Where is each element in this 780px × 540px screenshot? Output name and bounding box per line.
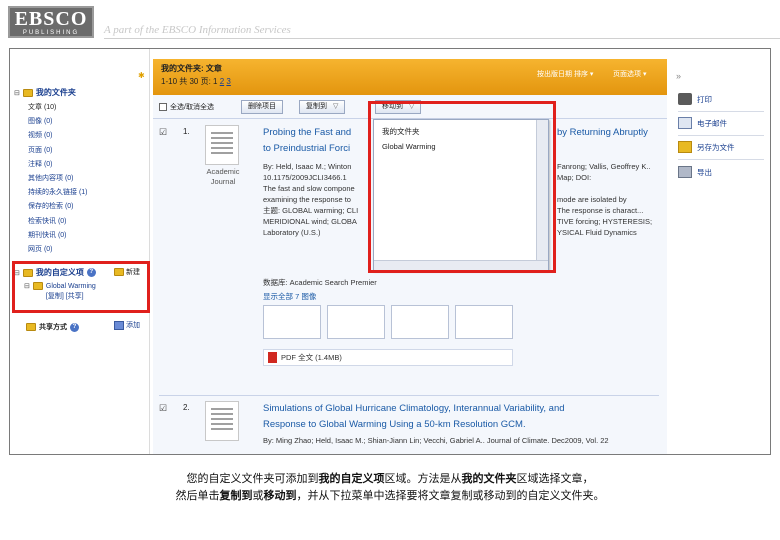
folder-icon: [26, 323, 36, 331]
folder-item-journal-alerts[interactable]: 期刊快讯 (0): [28, 229, 88, 243]
folder-item-webpages[interactable]: 网页 (0): [28, 243, 88, 257]
page-link-3[interactable]: 3: [226, 77, 230, 86]
help-icon[interactable]: ?: [70, 322, 79, 332]
folder-item-videos[interactable]: 视频 (0): [28, 129, 88, 143]
result-count: 1-10 共 30 页: 1 2 3: [161, 77, 231, 86]
tools-pane: » 打印 电子邮件 另存为文件 导出: [670, 59, 770, 454]
select-all-toggle[interactable]: 全选/取消全选: [159, 102, 214, 112]
caption-line-1: 您的自定义文件夹可添加到我的自定义项区域。方法是从我的文件夹区域选择文章，: [186, 472, 594, 485]
header-divider: [104, 38, 780, 39]
delete-items-button[interactable]: 删除项目: [241, 100, 283, 114]
figure-thumbnail[interactable]: [455, 305, 513, 339]
export-tool[interactable]: 导出: [678, 166, 712, 178]
document-icon[interactable]: [205, 401, 239, 441]
figure-thumbnail[interactable]: [327, 305, 385, 339]
my-folder-header[interactable]: ⊟ 我的文件夹: [14, 87, 76, 98]
figure-thumbnail[interactable]: [263, 305, 321, 339]
sort-dropdown[interactable]: 按出版日期 排序 ▾: [537, 69, 593, 79]
results-title-bar: 我的文件夹: 文章 1-10 共 30 页: 1 2 3 按出版日期 排序 ▾ …: [153, 59, 667, 95]
folder-item-search-alerts[interactable]: 检索快讯 (0): [28, 215, 88, 229]
collapse-icon[interactable]: ⊟: [14, 89, 20, 97]
result-checkbox[interactable]: ☑: [159, 403, 167, 414]
print-tool[interactable]: 打印: [678, 93, 712, 105]
folder-icon: [22, 88, 33, 97]
tool-divider: [678, 111, 764, 112]
pdf-icon: [268, 352, 277, 363]
page-link-2[interactable]: 2: [220, 77, 224, 86]
result-meta: By: Ming Zhao; Held, Isaac M.; Shian-Jia…: [263, 436, 609, 445]
ebsco-logo: EBSCO PUBLISHING: [8, 6, 94, 38]
share-header: 共享方式 ?: [26, 322, 79, 332]
add-icon: [114, 320, 124, 330]
email-icon: [678, 117, 692, 129]
printer-icon: [678, 93, 692, 105]
add-share-button[interactable]: 添加: [114, 320, 140, 330]
pdf-full-text-link[interactable]: PDF 全文 (1.4MB): [263, 349, 513, 366]
folder-item-saved-searches[interactable]: 保存的检索 (0): [28, 200, 88, 214]
collapse-arrow-icon[interactable]: »: [676, 71, 681, 81]
folder-item-permalinks[interactable]: 持续的永久链接 (1): [28, 186, 88, 200]
result-meta-right: Fanrong; Vallis, Geoffrey K.. Map; DOI: …: [557, 162, 653, 237]
export-icon: [678, 166, 692, 178]
my-folder-list: 文章 (10) 图像 (0) 视频 (0) 页面 (0) 注释 (0) 其他内容…: [28, 101, 88, 257]
publication-type: Academic Journal: [206, 167, 240, 186]
folder-item-pages[interactable]: 页面 (0): [28, 144, 88, 158]
result-title[interactable]: Simulations of Global Hurricane Climatol…: [263, 401, 663, 433]
highlight-box-move: [368, 101, 556, 273]
save-icon: [678, 141, 692, 153]
document-icon[interactable]: [205, 125, 239, 165]
header-tagline: A part of the EBSCO Information Services: [104, 24, 291, 36]
result-item: ☑ 2. Simulations of Global Hurricane Cli…: [153, 399, 667, 454]
page-options-dropdown[interactable]: 页面选项 ▾: [613, 69, 646, 79]
instruction-caption: 您的自定义文件夹可添加到我的自定义项区域。方法是从我的文件夹区域选择文章， 然后…: [0, 470, 780, 504]
result-database: 数据库: Academic Search Premier: [263, 278, 377, 287]
highlight-box-custom: [12, 261, 150, 313]
folder-item-notes[interactable]: 注释 (0): [28, 158, 88, 172]
screenshot-frame: ✱ ⊟ 我的文件夹 文章 (10) 图像 (0) 视频 (0) 页面 (0) 注…: [9, 48, 771, 455]
header: EBSCO PUBLISHING A part of the EBSCO Inf…: [8, 6, 780, 40]
email-tool[interactable]: 电子邮件: [678, 117, 727, 129]
figure-thumbnail[interactable]: [391, 305, 449, 339]
result-divider: [159, 395, 659, 396]
tool-divider: [678, 135, 764, 136]
folder-item-articles[interactable]: 文章 (10): [28, 101, 88, 115]
tool-divider: [678, 159, 764, 160]
folder-title: 我的文件夹: 文章: [161, 64, 222, 73]
star-icon: ✱: [138, 71, 145, 80]
copy-to-button[interactable]: 复制到 ▽: [299, 100, 346, 114]
folder-item-other[interactable]: 其他内容项 (0): [28, 172, 88, 186]
left-pane: ✱ ⊟ 我的文件夹 文章 (10) 图像 (0) 视频 (0) 页面 (0) 注…: [10, 49, 150, 454]
show-all-images-link[interactable]: 显示全部 7 图像: [263, 291, 316, 302]
result-checkbox[interactable]: ☑: [159, 127, 167, 138]
caption-line-2: 然后单击复制到或移动到，并从下拉菜单中选择要将文章复制或移动到的自定义文件夹。: [175, 489, 605, 502]
save-as-file-tool[interactable]: 另存为文件: [678, 141, 735, 153]
figure-thumbnails: [263, 305, 513, 339]
folder-item-images[interactable]: 图像 (0): [28, 115, 88, 129]
chevron-down-icon: ▽: [333, 103, 339, 110]
result-title-tail[interactable]: by Returning Abruptly: [557, 125, 667, 141]
select-all-checkbox[interactable]: [159, 103, 167, 111]
results-pane: 我的文件夹: 文章 1-10 共 30 页: 1 2 3 按出版日期 排序 ▾ …: [153, 59, 667, 454]
